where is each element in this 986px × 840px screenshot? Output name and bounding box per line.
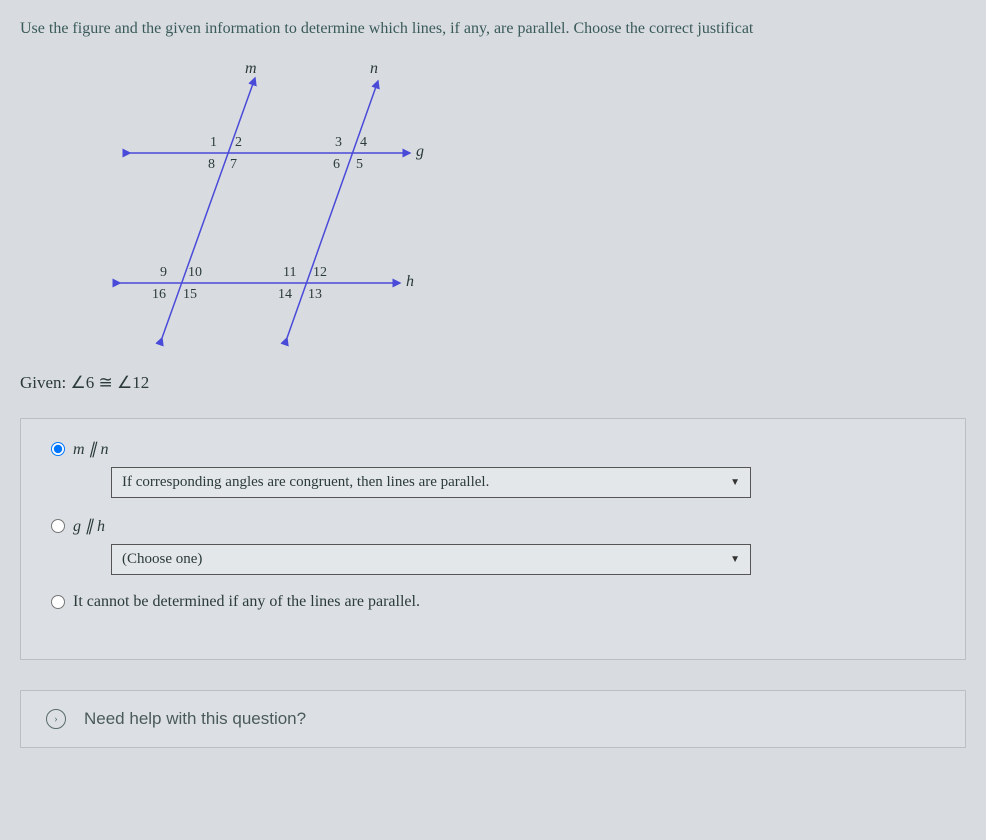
radio-option-1[interactable] (51, 442, 65, 456)
option-3-label: It cannot be determined if any of the li… (73, 593, 420, 611)
option-m-parallel-n[interactable]: m ∥ n (51, 439, 935, 459)
radio-option-3[interactable] (51, 595, 65, 609)
label-m: m (245, 60, 257, 77)
chevron-down-icon: ▼ (730, 554, 740, 565)
angle-14: 14 (278, 287, 292, 302)
angle-15: 15 (183, 287, 197, 302)
label-h: h (406, 273, 414, 290)
radio-option-2[interactable] (51, 519, 65, 533)
geometry-figure: m n g h 1 2 8 7 3 4 6 5 9 10 16 15 11 12… (100, 53, 966, 353)
angle-9: 9 (160, 265, 167, 280)
label-g: g (416, 143, 424, 160)
angle-7: 7 (230, 157, 237, 172)
label-n: n (370, 60, 378, 77)
option-2-label: g ∥ h (73, 516, 105, 536)
justification-2-text: (Choose one) (122, 551, 202, 568)
angle-6: 6 (333, 157, 340, 172)
help-text: Need help with this question? (84, 709, 306, 729)
given-text: Given: ∠6 ≅ ∠12 (20, 373, 966, 393)
chevron-down-icon: ▼ (730, 477, 740, 488)
angle-3: 3 (335, 135, 342, 150)
question-text: Use the figure and the given information… (20, 20, 966, 38)
justification-1-text: If corresponding angles are congruent, t… (122, 474, 489, 491)
angle-1: 1 (210, 135, 217, 150)
angle-12: 12 (313, 265, 327, 280)
option-g-parallel-h[interactable]: g ∥ h (51, 516, 935, 536)
justification-select-2[interactable]: (Choose one) ▼ (111, 544, 751, 575)
option-cannot-determine[interactable]: It cannot be determined if any of the li… (51, 593, 935, 611)
angle-13: 13 (308, 287, 322, 302)
help-section[interactable]: › Need help with this question? (20, 690, 966, 748)
justification-select-1[interactable]: If corresponding angles are congruent, t… (111, 467, 751, 498)
help-chevron-icon: › (46, 709, 66, 729)
angle-4: 4 (360, 135, 367, 150)
angle-2: 2 (235, 135, 242, 150)
angle-8: 8 (208, 157, 215, 172)
angle-11: 11 (283, 265, 296, 280)
angle-10: 10 (188, 265, 202, 280)
answer-area: m ∥ n If corresponding angles are congru… (20, 418, 966, 660)
option-1-label: m ∥ n (73, 439, 109, 459)
angle-5: 5 (356, 157, 363, 172)
angle-16: 16 (152, 287, 166, 302)
